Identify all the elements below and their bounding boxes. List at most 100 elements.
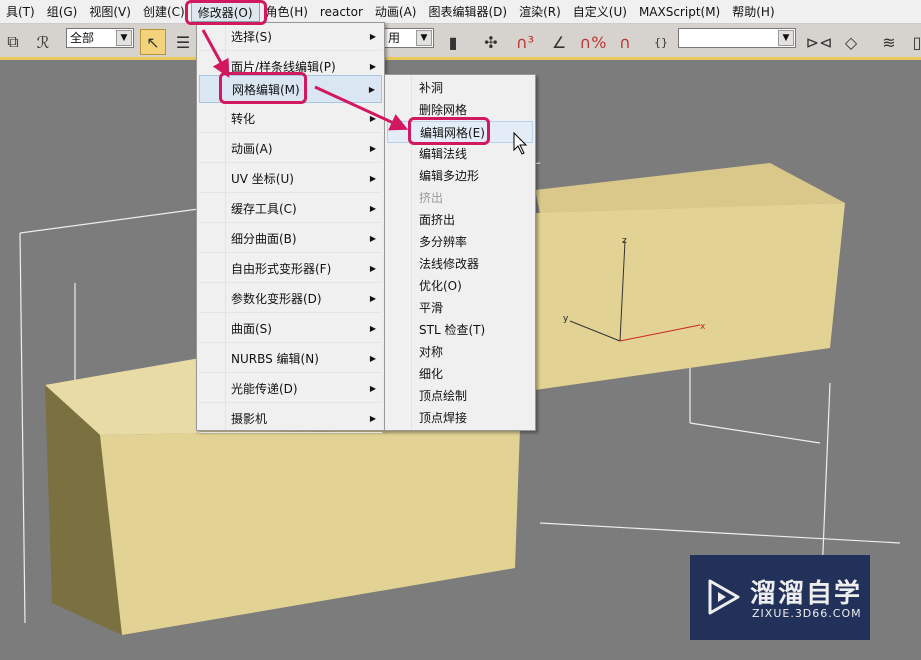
modifiers-menu: 选择(S) ▶ 面片/样条线编辑(P) ▶ 网格编辑(M) ▶ 转化 ▶ 动画(A) ▶ … <box>196 22 385 433</box>
percent-snap-icon[interactable]: ∩% <box>580 29 607 55</box>
submenu-arrow-icon: ▶ <box>369 414 376 423</box>
submenu-item-vertex-weld[interactable]: 顶点焊接 <box>387 407 533 429</box>
menu-item-surface[interactable]: 曲面(S) ▶ <box>199 315 382 343</box>
submenu-arrow-icon: ▶ <box>369 174 376 183</box>
menu-item-cameras[interactable]: 摄影机 ▶ <box>199 405 382 433</box>
menu-item-label: 摄影机 <box>231 412 268 426</box>
gizmo-z-label: z <box>622 236 627 246</box>
menu-item-subdivision-surfaces[interactable]: 细分曲面(B) ▶ <box>199 225 382 253</box>
menu-item-label: 选择(S) <box>231 30 272 44</box>
menu-item-label: 转化 <box>231 112 256 126</box>
menu-item-label: 细分曲面(B) <box>231 232 297 246</box>
menu-graph-editors[interactable]: 图表编辑器(D) <box>422 2 513 22</box>
menu-item-selection[interactable]: 选择(S) ▶ <box>199 23 382 51</box>
menu-item-label: 网格编辑(M) <box>232 83 300 97</box>
submenu-item-delete-mesh[interactable]: 删除网格 <box>387 99 533 121</box>
menu-item-conversion[interactable]: 转化 ▶ <box>199 105 382 133</box>
curve-editor-icon[interactable]: ▯ <box>904 29 921 55</box>
menu-item-label: 参数化变形器(D) <box>231 292 322 306</box>
mesh-editing-submenu: 补洞 删除网格 编辑网格(E) 编辑法线 编辑多边形 挤出 面挤出 多分辨率 法… <box>384 74 536 431</box>
menu-help[interactable]: 帮助(H) <box>726 2 780 22</box>
menu-item-parametric-deformers[interactable]: 参数化变形器(D) ▶ <box>199 285 382 313</box>
ref-coord-dropdown[interactable]: 用 ▼ <box>384 28 434 48</box>
menu-item-radiosity[interactable]: 光能传递(D) ▶ <box>199 375 382 403</box>
menu-item-animation[interactable]: 动画(A) ▶ <box>199 135 382 163</box>
menu-item-free-form-deformers[interactable]: 自由形式变形器(F) ▶ <box>199 255 382 283</box>
menu-tools[interactable]: 具(T) <box>0 2 41 22</box>
menu-group[interactable]: 组(G) <box>41 2 84 22</box>
submenu-arrow-icon: ▶ <box>369 354 376 363</box>
menu-bar: 具(T) 组(G) 视图(V) 创建(C) 修改器(O) 角色(H) react… <box>0 0 921 24</box>
menu-create[interactable]: 创建(C) <box>137 2 191 22</box>
submenu-item-normal-modifier[interactable]: 法线修改器 <box>387 253 533 275</box>
menu-item-nurbs-editing[interactable]: NURBS 编辑(N) ▶ <box>199 345 382 373</box>
submenu-item-multires[interactable]: 多分辨率 <box>387 231 533 253</box>
submenu-item-edit-poly[interactable]: 编辑多边形 <box>387 165 533 187</box>
menu-item-label: 光能传递(D) <box>231 382 298 396</box>
gizmo-x-label: x <box>700 322 706 332</box>
selection-filter-value: 全部 <box>70 31 95 45</box>
chevron-down-icon: ▼ <box>416 30 432 46</box>
submenu-arrow-icon: ▶ <box>369 384 376 393</box>
submenu-arrow-icon: ▶ <box>369 324 376 333</box>
menu-item-label: 自由形式变形器(F) <box>231 262 332 276</box>
named-selection-dropdown[interactable]: ▼ <box>678 28 796 48</box>
menu-item-label: NURBS 编辑(N) <box>231 352 319 366</box>
chevron-down-icon: ▼ <box>778 30 794 46</box>
selection-filter-dropdown[interactable]: 全部 ▼ <box>66 28 134 48</box>
submenu-item-tessellate[interactable]: 细化 <box>387 363 533 385</box>
angle-snap-icon[interactable]: ∠ <box>546 29 572 55</box>
pivot-icon[interactable]: ▮ <box>440 29 466 55</box>
select-object-icon[interactable]: ↖ <box>140 29 166 55</box>
menu-reactor[interactable]: reactor <box>314 2 369 22</box>
chevron-down-icon: ▼ <box>116 30 132 46</box>
unlink-icon[interactable]: ⧉ <box>0 29 26 55</box>
submenu-item-face-extrude[interactable]: 面挤出 <box>387 209 533 231</box>
menu-item-label: 动画(A) <box>231 142 273 156</box>
menu-item-cache-tools[interactable]: 缓存工具(C) ▶ <box>199 195 382 223</box>
submenu-item-extrude: 挤出 <box>419 191 444 205</box>
play-logo-icon <box>708 579 740 615</box>
select-by-name-icon[interactable]: ☰ <box>170 29 196 55</box>
mirror-icon[interactable]: ⊳⊲ <box>806 29 833 55</box>
menu-maxscript[interactable]: MAXScript(M) <box>633 2 726 22</box>
menu-rendering[interactable]: 渲染(R) <box>513 2 567 22</box>
menu-item-label: 曲面(S) <box>231 322 272 336</box>
bind-space-warp-icon[interactable]: ℛ <box>30 29 56 55</box>
submenu-arrow-icon: ▶ <box>369 32 376 41</box>
submenu-arrow-icon: ▶ <box>369 144 376 153</box>
spinner-snap-icon[interactable]: ∩ <box>612 29 638 55</box>
edit-named-selection-icon[interactable]: {} <box>648 29 674 55</box>
ref-coord-value: 用 <box>388 31 401 45</box>
right-box-front <box>535 203 845 390</box>
menu-animation[interactable]: 动画(A) <box>369 2 423 22</box>
submenu-arrow-icon: ▶ <box>369 234 376 243</box>
menu-item-mesh-editing[interactable]: 网格编辑(M) ▶ <box>199 75 382 103</box>
gizmo-y-label: y <box>563 314 569 324</box>
watermark: 溜溜自学 ZIXUE.3D66.COM <box>690 555 870 640</box>
main-toolbar: ⧉ ℛ 全部 ▼ ↖ ☰ 用 ▼ ▮ ✣ ∩³ ∠ ∩% ∩ {} ▼ ⊳⊲ ◇ ≋… <box>0 24 921 60</box>
align-icon[interactable]: ◇ <box>838 29 864 55</box>
submenu-item-edit-normals[interactable]: 编辑法线 <box>387 143 533 165</box>
menu-modifiers[interactable]: 修改器(O) <box>190 1 260 22</box>
manipulate-icon[interactable]: ✣ <box>478 29 504 55</box>
submenu-item-optimize[interactable]: 优化(O) <box>387 275 533 297</box>
submenu-arrow-icon: ▶ <box>369 204 376 213</box>
submenu-arrow-icon: ▶ <box>369 114 376 123</box>
watermark-title: 溜溜自学 <box>750 579 863 609</box>
submenu-item-smooth[interactable]: 平滑 <box>387 297 533 319</box>
submenu-item-vertex-paint[interactable]: 顶点绘制 <box>387 385 533 407</box>
submenu-item-cap-holes[interactable]: 补洞 <box>387 77 533 99</box>
menu-customize[interactable]: 自定义(U) <box>567 2 633 22</box>
submenu-arrow-icon: ▶ <box>369 264 376 273</box>
menu-views[interactable]: 视图(V) <box>83 2 137 22</box>
submenu-item-stl-check[interactable]: STL 检查(T) <box>387 319 533 341</box>
menu-character[interactable]: 角色(H) <box>260 2 314 22</box>
submenu-item-symmetry[interactable]: 对称 <box>387 341 533 363</box>
watermark-url: ZIXUE.3D66.COM <box>752 607 862 620</box>
menu-item-uv-coordinates[interactable]: UV 坐标(U) ▶ <box>199 165 382 193</box>
menu-item-label: 面片/样条线编辑(P) <box>231 60 336 74</box>
submenu-item-edit-mesh[interactable]: 编辑网格(E) <box>387 121 533 143</box>
layer-manager-icon[interactable]: ≋ <box>876 29 902 55</box>
snap-3d-icon[interactable]: ∩³ <box>512 29 538 55</box>
